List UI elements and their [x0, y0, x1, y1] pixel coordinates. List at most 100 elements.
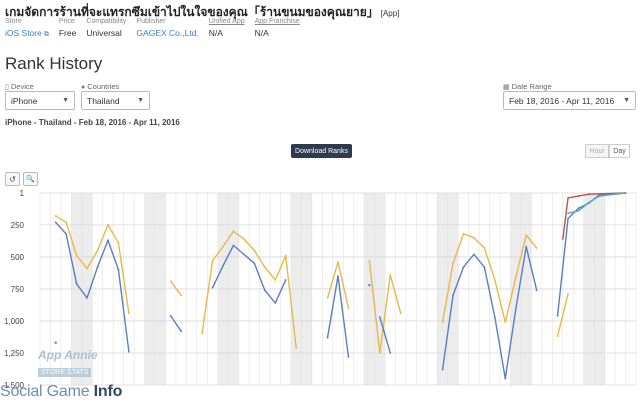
data-point-70 [514, 308, 517, 311]
meta-price-label: Price [58, 18, 75, 25]
data-point-26 [389, 273, 392, 276]
data-point-65 [462, 266, 465, 269]
date-range-label: ▦ Date Range [503, 82, 552, 91]
sgi-bold: Info [93, 383, 123, 400]
data-point-81 [577, 195, 580, 197]
data-point-53 [242, 253, 245, 256]
reset-zoom-button[interactable]: ↺ [5, 172, 20, 186]
data-point-42 [75, 282, 78, 285]
countries-select-value: Thailand [87, 95, 120, 106]
date-range-select-value: Feb 18, 2016 - Apr 11, 2016 [509, 95, 615, 106]
data-point-15 [242, 238, 245, 240]
y-tick-label: 500 [11, 253, 25, 262]
data-point-38 [556, 335, 559, 338]
y-axis-ticks: 12505007501,0001,2501,500 [4, 189, 25, 388]
date-range-label-text: Date Range [511, 82, 552, 91]
data-point-88 [624, 192, 627, 194]
countries-label-text: Countries [87, 82, 120, 91]
store-stats-watermark: STORE STATS [38, 368, 92, 377]
app-annie-watermark: App Annie [38, 348, 98, 362]
meta-unified-app: Unified App N/A [209, 18, 245, 39]
data-point-6 [107, 223, 109, 226]
chevron-down-icon: ▼ [623, 97, 630, 104]
data-point-80 [567, 197, 569, 199]
meta-app-franchise-value: N/A [254, 28, 269, 38]
day-toggle[interactable]: Day [609, 144, 630, 158]
data-point-35 [514, 276, 517, 279]
data-point-9 [169, 280, 172, 283]
social-game-info-watermark: Social Game Info [0, 383, 122, 401]
data-point-11 [201, 332, 203, 335]
meta-publisher-label: Publisher [136, 18, 166, 25]
data-point-43 [86, 297, 88, 299]
data-point-16 [253, 249, 256, 252]
data-point-44 [96, 266, 99, 269]
data-point-8 [127, 312, 130, 315]
data-point-12 [211, 259, 214, 262]
meta-unified-app-label[interactable]: Unified App [209, 18, 245, 25]
hour-toggle[interactable]: Hour [585, 144, 609, 158]
date-range-select[interactable]: Feb 18, 2016 - Apr 11, 2016 ▼ [503, 91, 636, 110]
zoom-button[interactable]: 🔍 [23, 172, 38, 186]
y-tick-label: 1,250 [4, 349, 25, 358]
chart-subtitle: iPhone - Thailand - Feb 18, 2016 - Apr 1… [5, 118, 180, 127]
device-select-value: iPhone [11, 95, 38, 106]
data-point-72 [535, 289, 538, 292]
external-link-icon[interactable]: ⧉ [44, 31, 49, 38]
device-icon: ▯ [5, 84, 9, 91]
meta-compatibility-value: Universal [86, 28, 122, 38]
meta-publisher-link[interactable]: GAGEX Co.,Ltd. [136, 28, 198, 38]
horizontal-gridlines [40, 192, 636, 386]
chevron-down-icon: ▼ [137, 97, 144, 104]
data-point-14 [232, 230, 235, 233]
countries-label: ● Countries [81, 82, 119, 91]
data-point-47 [127, 350, 130, 353]
app-title-text: เกมจัดการร้านที่จะแทรกซึมเข้าไปในใจของคุ… [5, 5, 379, 19]
meta-store-value[interactable]: iOS Store ⧉ [5, 28, 49, 39]
data-point-71 [525, 245, 528, 248]
chevron-down-icon: ▼ [62, 97, 69, 104]
data-point-29 [452, 262, 454, 265]
zoom-icon: 🔍 [26, 176, 35, 183]
data-point-17 [263, 266, 266, 269]
data-point-61 [378, 316, 381, 319]
isolated-point-2 [368, 283, 371, 287]
data-point-20 [295, 346, 298, 349]
data-point-39 [567, 293, 569, 295]
data-point-34 [504, 321, 507, 324]
data-point-62 [389, 352, 392, 354]
data-point-28 [441, 321, 444, 324]
device-select[interactable]: iPhone ▼ [5, 91, 75, 110]
meta-store-link[interactable]: iOS Store [5, 28, 42, 38]
data-point-52 [232, 244, 235, 247]
meta-app-franchise-label[interactable]: App Franchise [255, 18, 300, 25]
data-point-23 [347, 307, 350, 310]
data-point-32 [483, 247, 486, 249]
meta-compatibility-label: Compatibility [86, 18, 127, 25]
meta-app-franchise: App Franchise N/A [255, 18, 300, 39]
data-point-41 [65, 232, 68, 235]
meta-store: Store iOS Store ⧉ [5, 18, 49, 39]
data-point-46 [117, 268, 120, 271]
data-point-64 [452, 294, 454, 297]
download-ranks-button[interactable]: Download Ranks [291, 144, 352, 158]
meta-compatibility: Compatibility Universal [86, 18, 126, 39]
y-tick-label: 1,000 [4, 317, 25, 326]
data-point-31 [473, 236, 475, 239]
data-point-48 [169, 314, 172, 317]
sgi-prefix: Social Game [0, 383, 94, 400]
data-point-5 [96, 249, 99, 252]
data-point-66 [473, 253, 475, 256]
globe-icon: ● [81, 84, 86, 91]
data-point-73 [556, 314, 559, 317]
device-label: ▯ Device [5, 82, 34, 91]
meta-unified-app-value: N/A [208, 28, 223, 38]
data-point-63 [441, 368, 444, 371]
calendar-icon: ▦ [503, 84, 510, 91]
data-point-79 [561, 238, 564, 240]
data-point-58 [326, 336, 329, 339]
data-point-51 [222, 264, 224, 267]
data-point-84 [567, 212, 569, 215]
countries-select[interactable]: Thailand ▼ [81, 91, 150, 110]
data-point-33 [493, 279, 496, 281]
